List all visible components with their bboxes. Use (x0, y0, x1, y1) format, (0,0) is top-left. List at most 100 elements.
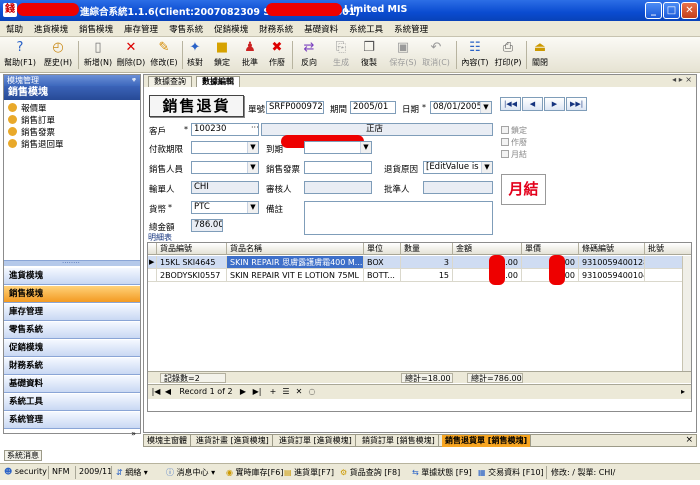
menu-retail[interactable]: 零售系統 (163, 21, 208, 35)
task-sales-order[interactable]: 銷貨訂單 [銷售模塊] (359, 435, 439, 447)
pin-icon[interactable]: ᵠ (132, 75, 136, 86)
module-sales[interactable]: 銷售模塊 (4, 286, 140, 303)
add-row-icon[interactable]: + (268, 387, 278, 397)
item-query-link[interactable]: ⚙ 貨品查詢 [F8] (340, 467, 400, 478)
system-message-tab[interactable]: 系統消息 (4, 450, 42, 461)
date-field[interactable]: 08/01/2005 ▼ (430, 101, 492, 114)
tree-item-quotation[interactable]: 報價單 (4, 103, 140, 115)
close-button[interactable]: ✕ (681, 2, 698, 19)
delete-button[interactable]: ✕ 刪除(D) (113, 38, 149, 71)
chevron-down-icon[interactable]: ▼ (360, 142, 371, 153)
menu-master-data[interactable]: 基礎資料 (298, 21, 343, 35)
module-system[interactable]: 系統管理 (4, 412, 140, 429)
chevron-down-icon[interactable]: ▼ (247, 142, 258, 153)
table-row[interactable]: ▶ 15KL SKI4645 SKIN REPAIR 思膚露護膚霜400 M..… (148, 256, 691, 269)
approve-button[interactable]: ♟ 批準 (237, 38, 263, 71)
save-button[interactable]: ▣ 保存(S) (386, 38, 420, 71)
void-button[interactable]: ✖ 作廢 (264, 38, 290, 71)
module-finance[interactable]: 財務系統 (4, 358, 140, 375)
first-record-button[interactable]: |◀◀ (500, 97, 521, 111)
panel-splitter[interactable]: ........ (4, 257, 140, 266)
module-tools[interactable]: 系統工具 (4, 394, 140, 411)
remarks-textarea[interactable] (304, 201, 493, 235)
tab-data-query[interactable]: 數據查詢 (148, 76, 192, 87)
column-header-name[interactable]: 貨品名稱 (227, 243, 364, 255)
module-promotion[interactable]: 促銷模塊 (4, 340, 140, 357)
salesperson-select[interactable]: ▼ (191, 161, 259, 174)
next-record-button[interactable]: ▶ (544, 97, 565, 111)
realtime-stock-link[interactable]: ◉ 實時庫存[F6] (226, 467, 283, 478)
content-button[interactable]: ☷ 內容(T) (458, 38, 492, 71)
task-purchase-plan[interactable]: 進貨計畫 [進貨模塊] (193, 435, 273, 447)
doc-status-link[interactable]: ⇆ 單據狀態 [F9] (412, 467, 472, 478)
menu-help[interactable]: 幫助 (0, 21, 28, 35)
chevron-down-icon[interactable]: ▼ (481, 162, 492, 173)
menu-tools[interactable]: 系統工具 (343, 21, 388, 35)
return-reason-select[interactable]: [EditValue is n ▼ (423, 161, 493, 174)
new-button[interactable]: ▯ 新增(N) (80, 38, 116, 71)
menu-system[interactable]: 系統管理 (388, 21, 433, 35)
locked-checkbox[interactable]: 鎖定 (501, 125, 527, 136)
due-select[interactable]: ▼ (304, 141, 372, 154)
maximize-button[interactable]: □ (663, 2, 680, 19)
exit-button[interactable]: ⏏ 關閉 (527, 38, 553, 71)
module-inventory[interactable]: 庫存管理 (4, 304, 140, 321)
last-record-icon[interactable]: ▶| (250, 387, 264, 397)
module-retail[interactable]: 零售系統 (4, 322, 140, 339)
lock-button[interactable]: ■ 鎖定 (209, 38, 235, 71)
currency-select[interactable]: PTC ▼ (191, 201, 259, 214)
help-button[interactable]: ? 幫助(F1) (2, 38, 38, 71)
column-header-amount[interactable]: 金額 (453, 243, 522, 255)
first-record-icon[interactable]: |◀ (151, 387, 161, 397)
last-record-button[interactable]: ▶▶| (566, 97, 587, 111)
column-header-unit[interactable]: 單位 (364, 243, 401, 255)
message-center[interactable]: ⓘ 消息中心 ▾ (166, 467, 215, 478)
copy-button[interactable]: ❐ 復製 (356, 38, 382, 71)
edit-button[interactable]: ✎ 修改(E) (146, 38, 182, 71)
tab-data-edit[interactable]: 數據編輯 (196, 76, 240, 87)
history-button[interactable]: ◴ 歷史(H) (40, 38, 76, 71)
column-header-qty[interactable]: 數量 (401, 243, 453, 255)
invoice-field[interactable] (304, 161, 372, 174)
prev-record-button[interactable]: ◀ (522, 97, 543, 111)
menu-promotion[interactable]: 促銷模塊 (208, 21, 253, 35)
reverse-button[interactable]: ⇄ 反向 (296, 38, 322, 71)
column-header-barcode[interactable]: 條碼編號 (579, 243, 645, 255)
app-icon[interactable]: 錢 (3, 3, 17, 17)
network-status[interactable]: ⇵ 網絡 ▾ (116, 467, 148, 478)
tree-item-sales-invoice[interactable]: 銷售發票 (4, 127, 140, 139)
payment-term-select[interactable]: ▼ (191, 141, 259, 154)
cancel-button[interactable]: ↶ 取消(C) (419, 38, 453, 71)
period-field[interactable]: 2005/01 (350, 101, 396, 114)
void-checkbox[interactable]: 作廢 (501, 137, 527, 148)
next-record-icon[interactable]: ▶ (238, 387, 248, 397)
chevron-down-icon[interactable]: ▼ (247, 202, 258, 213)
menu-inventory[interactable]: 庫存管理 (118, 21, 163, 35)
chevron-down-icon[interactable]: ▼ (247, 162, 258, 173)
column-header-code[interactable]: 貨品編號 (157, 243, 227, 255)
minimize-button[interactable]: _ (645, 2, 662, 19)
print-button[interactable]: ⎙ 打印(P) (491, 38, 525, 71)
chevron-down-icon[interactable]: ▼ (480, 102, 491, 113)
trade-data-link[interactable]: ▦ 交易資料 [F10] (478, 467, 544, 478)
lookup-icon[interactable]: ··· (251, 123, 259, 132)
window-title-bar[interactable]: 錢 進綜合系統1.1.6(Client:2007082309 Server:20… (0, 0, 700, 21)
module-purchase[interactable]: 進貨模塊 (4, 268, 140, 285)
prev-record-icon[interactable]: ◀ (163, 387, 173, 397)
edit-row-icon[interactable]: ☰ (281, 387, 291, 397)
delete-row-icon[interactable]: ✕ (294, 387, 304, 397)
module-master-data[interactable]: 基礎資料 (4, 376, 140, 393)
task-sales-return[interactable]: 銷售退貨單 [銷售模塊] (442, 435, 532, 447)
close-icon[interactable]: × (685, 435, 693, 445)
customer-code-field[interactable]: 100230 (191, 123, 259, 136)
month-end-checkbox[interactable]: 月結 (501, 149, 527, 160)
purchase-order-link[interactable]: ▤ 進貨單[F7] (284, 467, 334, 478)
column-header-batch[interactable]: 批號 (645, 243, 691, 255)
tab-navigation[interactable]: ◂ ▸ × (672, 75, 692, 84)
doc-no-field[interactable]: SRFP000972 (266, 101, 324, 114)
tree-item-sales-return[interactable]: 銷售退回單 (4, 139, 140, 151)
task-main-window[interactable]: 模塊主窗體 (144, 435, 191, 447)
column-header-price[interactable]: 單價 (522, 243, 579, 255)
task-purchase-order[interactable]: 進貨訂單 [進貨模塊] (276, 435, 356, 447)
menu-purchase[interactable]: 進貨模塊 (28, 21, 73, 35)
